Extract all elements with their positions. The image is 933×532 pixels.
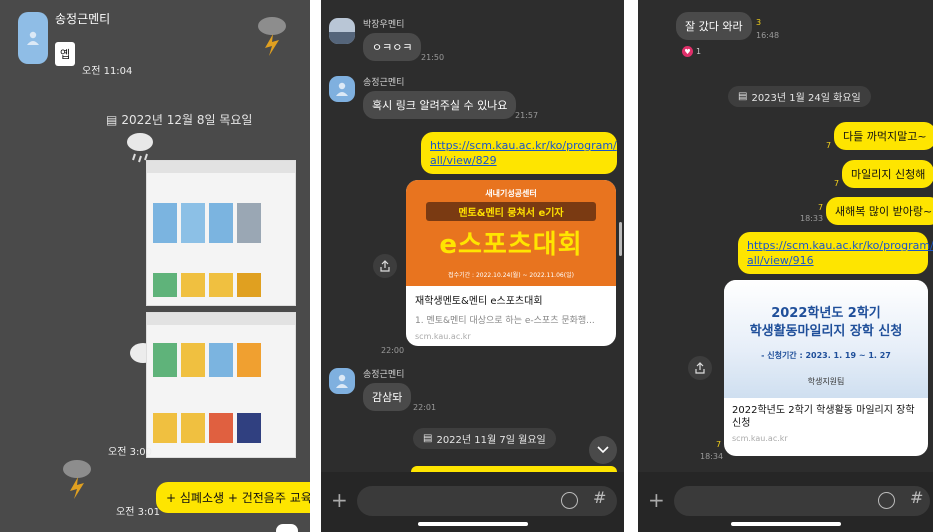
card-title: 재학생멘토&멘티 e스포츠대회 <box>415 296 543 307</box>
plus-icon[interactable]: + <box>648 488 665 512</box>
unread-count: 7 <box>818 203 824 212</box>
card-description: 1. 멘토&멘티 대상으로 하는 e-스포츠 문화행... <box>415 316 595 326</box>
chat-screen-2: 박장우멘티 ㅇㅋㅇㅋ 21:50 송정근멘티 혹시 링크 알려주실 수 있나요 … <box>321 0 624 532</box>
received-message[interactable]: ㅇㅋㅇㅋ <box>363 33 422 61</box>
chat-screen-1: 송정근멘티 옙 오전 11:04 ▤ 2022년 12월 8일 목요일 오전 3… <box>0 0 310 532</box>
shared-image-1[interactable] <box>146 160 296 306</box>
avatar[interactable] <box>329 368 355 394</box>
home-indicator <box>417 522 528 526</box>
calendar-icon: ▤ <box>738 91 748 102</box>
calendar-icon: ▤ <box>106 112 118 127</box>
event-poster: 새내기성공센터 멘토&멘티 뭉쳐서 e기자 e스포츠대회 접수기간 : 2022… <box>406 180 616 286</box>
sender-name: 송정근멘티 <box>363 370 405 380</box>
date-divider: ▤ 2022년 11월 7일 월요일 <box>413 428 556 449</box>
share-icon[interactable] <box>688 356 712 380</box>
hashtag-icon[interactable]: # <box>593 488 606 507</box>
avatar[interactable] <box>18 12 48 64</box>
storm-cloud-icon <box>258 17 286 56</box>
unread-count: 7 <box>834 179 840 188</box>
received-message[interactable]: 혹시 링크 알려주실 수 있나요 <box>363 91 517 119</box>
message-time: 22:01 <box>413 403 437 412</box>
card-domain: scm.kau.ac.kr <box>732 434 788 443</box>
message-time: 21:50 <box>421 53 445 62</box>
home-indicator <box>730 522 841 526</box>
calendar-icon: ▤ <box>423 433 433 444</box>
sender-name: 박장우멘티 <box>363 20 405 30</box>
unread-count: 3 <box>756 18 762 27</box>
hashtag-icon[interactable]: # <box>910 488 923 507</box>
avatar[interactable] <box>329 18 355 44</box>
received-message[interactable]: 잘 갔다 와라 <box>676 12 752 40</box>
link-preview-card[interactable]: 2022학년도 2학기 학생활동마일리지 장학 신청 - 신청기간 : 2023… <box>724 280 928 456</box>
profile-icon <box>27 31 39 45</box>
chevron-down-icon <box>597 446 609 454</box>
message-input[interactable] <box>357 486 617 516</box>
date-divider: ▤ 2022년 12월 8일 목요일 <box>106 112 253 128</box>
profile-icon <box>336 82 348 96</box>
scrollbar[interactable] <box>619 222 622 256</box>
profile-icon <box>336 374 348 388</box>
message-time: 16:48 <box>756 31 780 40</box>
sent-message[interactable]: 다들 까먹지말고~ <box>834 122 933 150</box>
scholarship-poster: 2022학년도 2학기 학생활동마일리지 장학 신청 - 신청기간 : 2023… <box>724 280 928 398</box>
scroll-down-button[interactable] <box>589 436 617 464</box>
link-message[interactable]: https://scm.kau.ac.kr/ko/program/ all/vi… <box>738 232 933 274</box>
date-divider: ▤ 2023년 1월 24일 화요일 <box>728 86 871 107</box>
heart-icon: ♥ <box>682 46 693 57</box>
sent-message[interactable]: + 심폐소생 + 건전음주 교육 <box>156 482 310 513</box>
tooltip: 옙 <box>55 42 76 66</box>
message-time: 21:57 <box>515 111 539 120</box>
chat-screen-3: 잘 갔다 와라 3 16:48 ♥ 1 ▤ 2023년 1월 24일 화요일 다… <box>638 0 933 532</box>
sender-name: 송정근멘티 <box>55 12 111 26</box>
sent-message[interactable]: 새해복 많이 받아랑~ <box>826 197 933 225</box>
avatar[interactable] <box>329 76 355 102</box>
card-title: 2022학년도 2학기 학생활동 마일리지 장학 신청 <box>732 405 915 429</box>
unread-count: 7 <box>716 440 722 449</box>
unread-count: 7 <box>826 141 832 150</box>
sender-name: 송정근멘티 <box>363 78 405 88</box>
storm-cloud-icon <box>63 460 91 499</box>
share-icon[interactable] <box>373 254 397 278</box>
plus-icon[interactable]: + <box>331 488 348 512</box>
bubble-fragment <box>276 524 298 532</box>
message-time: 18:34 <box>700 452 724 461</box>
link-message[interactable]: https://scm.kau.ac.kr/ko/program/ all/vi… <box>421 132 617 174</box>
message-time: 오전 3:01 <box>116 507 161 518</box>
card-domain: scm.kau.ac.kr <box>415 332 471 341</box>
sent-message[interactable]: 마일리지 신청해 <box>842 160 933 188</box>
message-time: 오전 11:04 <box>82 66 133 77</box>
received-message[interactable]: 감삼돠 <box>363 383 412 411</box>
message-time: 18:33 <box>800 214 824 223</box>
emoji-icon[interactable] <box>878 492 895 509</box>
message-time: 22:00 <box>381 346 405 355</box>
shared-image-2[interactable] <box>146 312 296 458</box>
link-preview-card[interactable]: 새내기성공센터 멘토&멘티 뭉쳐서 e기자 e스포츠대회 접수기간 : 2022… <box>406 180 616 346</box>
reaction[interactable]: ♥ 1 <box>682 46 701 57</box>
message-time: 오전 3:00 <box>108 447 153 458</box>
emoji-icon[interactable] <box>561 492 578 509</box>
